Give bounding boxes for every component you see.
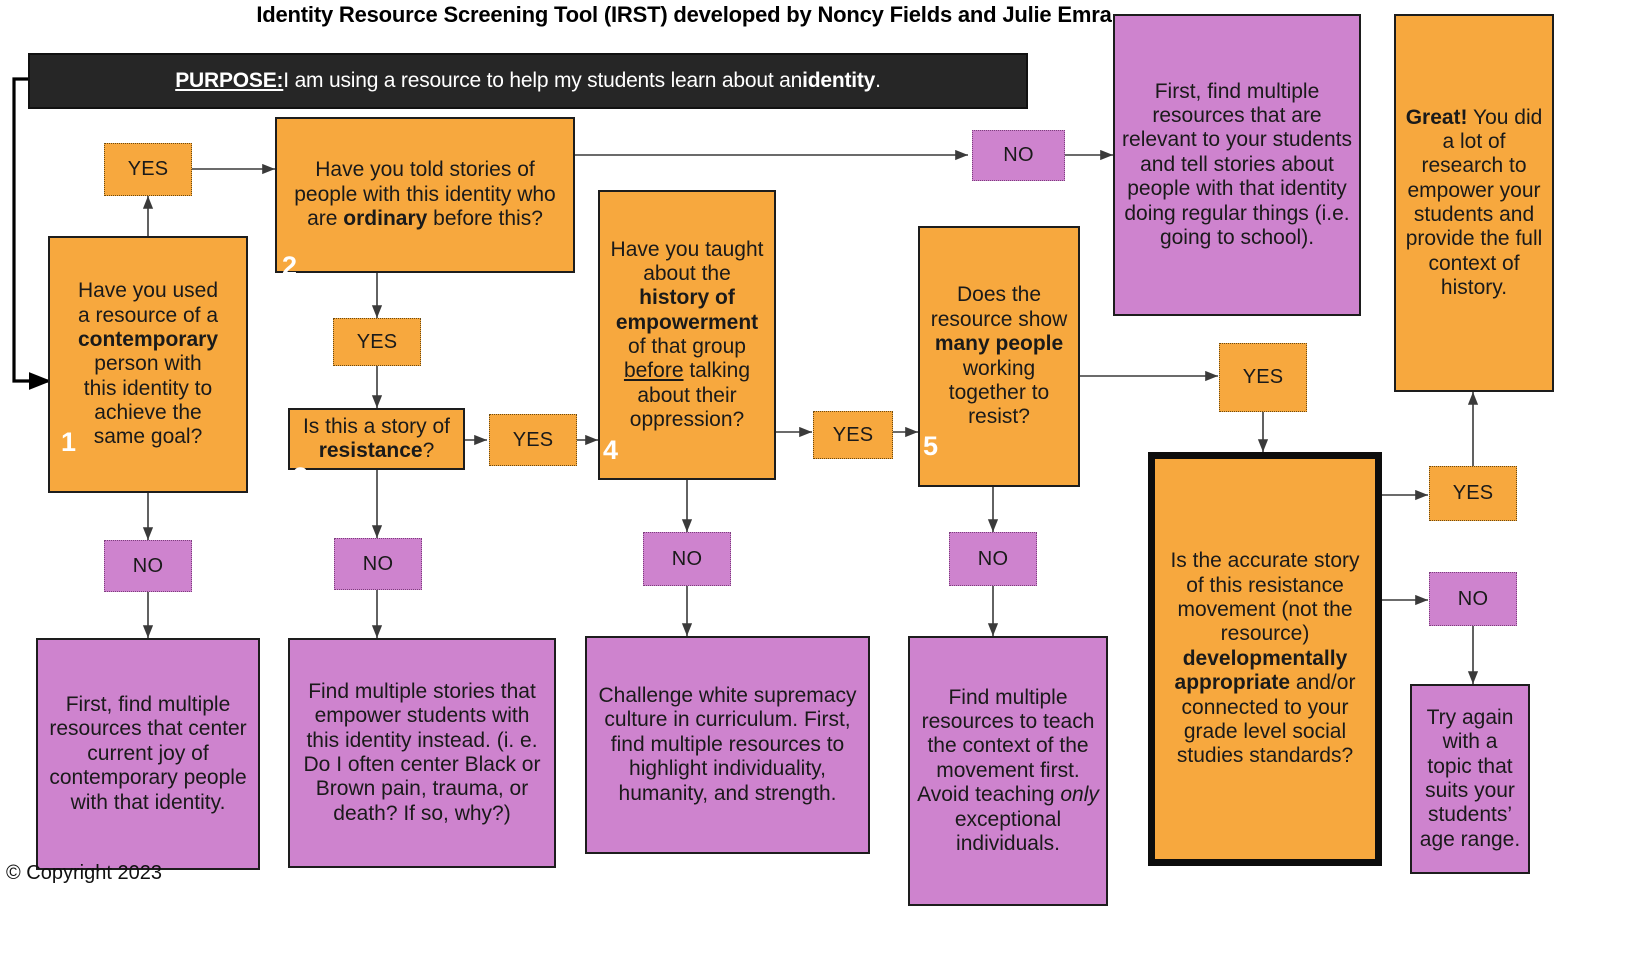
outcome-box-4: Challenge white supremacy culture in cur… — [585, 636, 870, 854]
outcome-box-6: Try again with a topic that suits your s… — [1410, 684, 1530, 874]
q4-underline: before — [623, 359, 684, 383]
q4-pre: Have you taught about the — [610, 237, 764, 285]
outcome-box-1: First, find multiple resources that cent… — [36, 638, 260, 870]
question-box-4[interactable]: Have you taught about the history of emp… — [598, 190, 776, 480]
outcome5-post: exceptional individuals. — [954, 807, 1062, 855]
purpose-emphasis: identity — [802, 69, 876, 92]
no-node-q6[interactable]: NO — [1429, 572, 1517, 626]
question-box-6[interactable]: Is the accurate story of this resistance… — [1148, 452, 1382, 866]
yes-node-q2[interactable]: YES — [333, 318, 421, 366]
q1-line4: this identity to — [83, 376, 213, 400]
q3-pre: Is this a story of — [302, 414, 451, 438]
outcome-box-3: Find multiple stories that empower stude… — [288, 638, 556, 868]
yes-node-q5[interactable]: YES — [1219, 343, 1307, 412]
yes-node-q4[interactable]: YES — [813, 411, 893, 459]
purpose-text: I am using a resource to help my student… — [283, 69, 803, 92]
q2-number: 2 — [282, 250, 298, 281]
purpose-period: . — [875, 69, 881, 92]
q5-bold: many people — [934, 332, 1064, 356]
q1-line1: Have you used — [77, 279, 219, 303]
flowchart-canvas: Identity Resource Screening Tool (IRST) … — [0, 0, 1632, 960]
outcome-box-2: First, find multiple resources that are … — [1113, 14, 1361, 316]
q2-post: before this? — [427, 207, 543, 231]
question-box-5[interactable]: Does the resource show many people worki… — [918, 226, 1080, 487]
q1-line6: same goal? — [93, 425, 203, 449]
no-node-q5[interactable]: NO — [949, 532, 1037, 586]
q3-number: 3 — [293, 462, 309, 493]
q5-pre: Does the resource show — [930, 283, 1068, 331]
q1-bold: contemporary — [77, 327, 219, 351]
outcome-box-5: Find multiple resources to teach the con… — [908, 636, 1108, 906]
success-box: Great! You did a lot of research to empo… — [1394, 14, 1554, 392]
yes-node-q3[interactable]: YES — [489, 414, 577, 466]
q1-line3: person with — [94, 352, 202, 376]
q3-post: ? — [422, 439, 435, 462]
q4-bold: history of empowerment — [615, 286, 759, 334]
success-bold: Great! — [1405, 105, 1468, 129]
q5-number: 5 — [923, 430, 939, 461]
no-node-q2[interactable]: NO — [972, 130, 1065, 181]
q6-pre: Is the accurate story of this resistance… — [1170, 549, 1360, 646]
copyright-notice: © Copyright 2023 — [6, 862, 162, 884]
q1-number: 1 — [61, 426, 77, 457]
q4-mid: of that group — [628, 335, 746, 358]
q2-bold: ordinary — [343, 207, 428, 231]
yes-node-q1[interactable]: YES — [104, 143, 192, 196]
q1-line5: achieve the — [94, 401, 202, 425]
success-text: You did a lot of research to empower you… — [1405, 105, 1543, 300]
question-box-3[interactable]: Is this a story of resistance? 3 — [288, 408, 465, 491]
purpose-label: PURPOSE: — [175, 69, 284, 92]
question-box-1[interactable]: Have you used a resource of a contempora… — [48, 236, 248, 493]
purpose-banner: PURPOSE: I am using a resource to help m… — [28, 53, 1028, 109]
q3-bold: resistance — [318, 439, 423, 462]
no-node-q3[interactable]: NO — [334, 538, 422, 590]
question-box-2[interactable]: Have you told stories of people with thi… — [275, 117, 575, 279]
no-node-q4[interactable]: NO — [643, 532, 731, 586]
q1-line2: a resource of a — [77, 303, 219, 327]
q4-number: 4 — [603, 435, 619, 466]
q5-post: working together to resist? — [948, 356, 1050, 429]
yes-node-q6[interactable]: YES — [1429, 466, 1517, 521]
no-node-q1[interactable]: NO — [104, 540, 192, 592]
outcome5-italic: only — [1060, 783, 1099, 807]
